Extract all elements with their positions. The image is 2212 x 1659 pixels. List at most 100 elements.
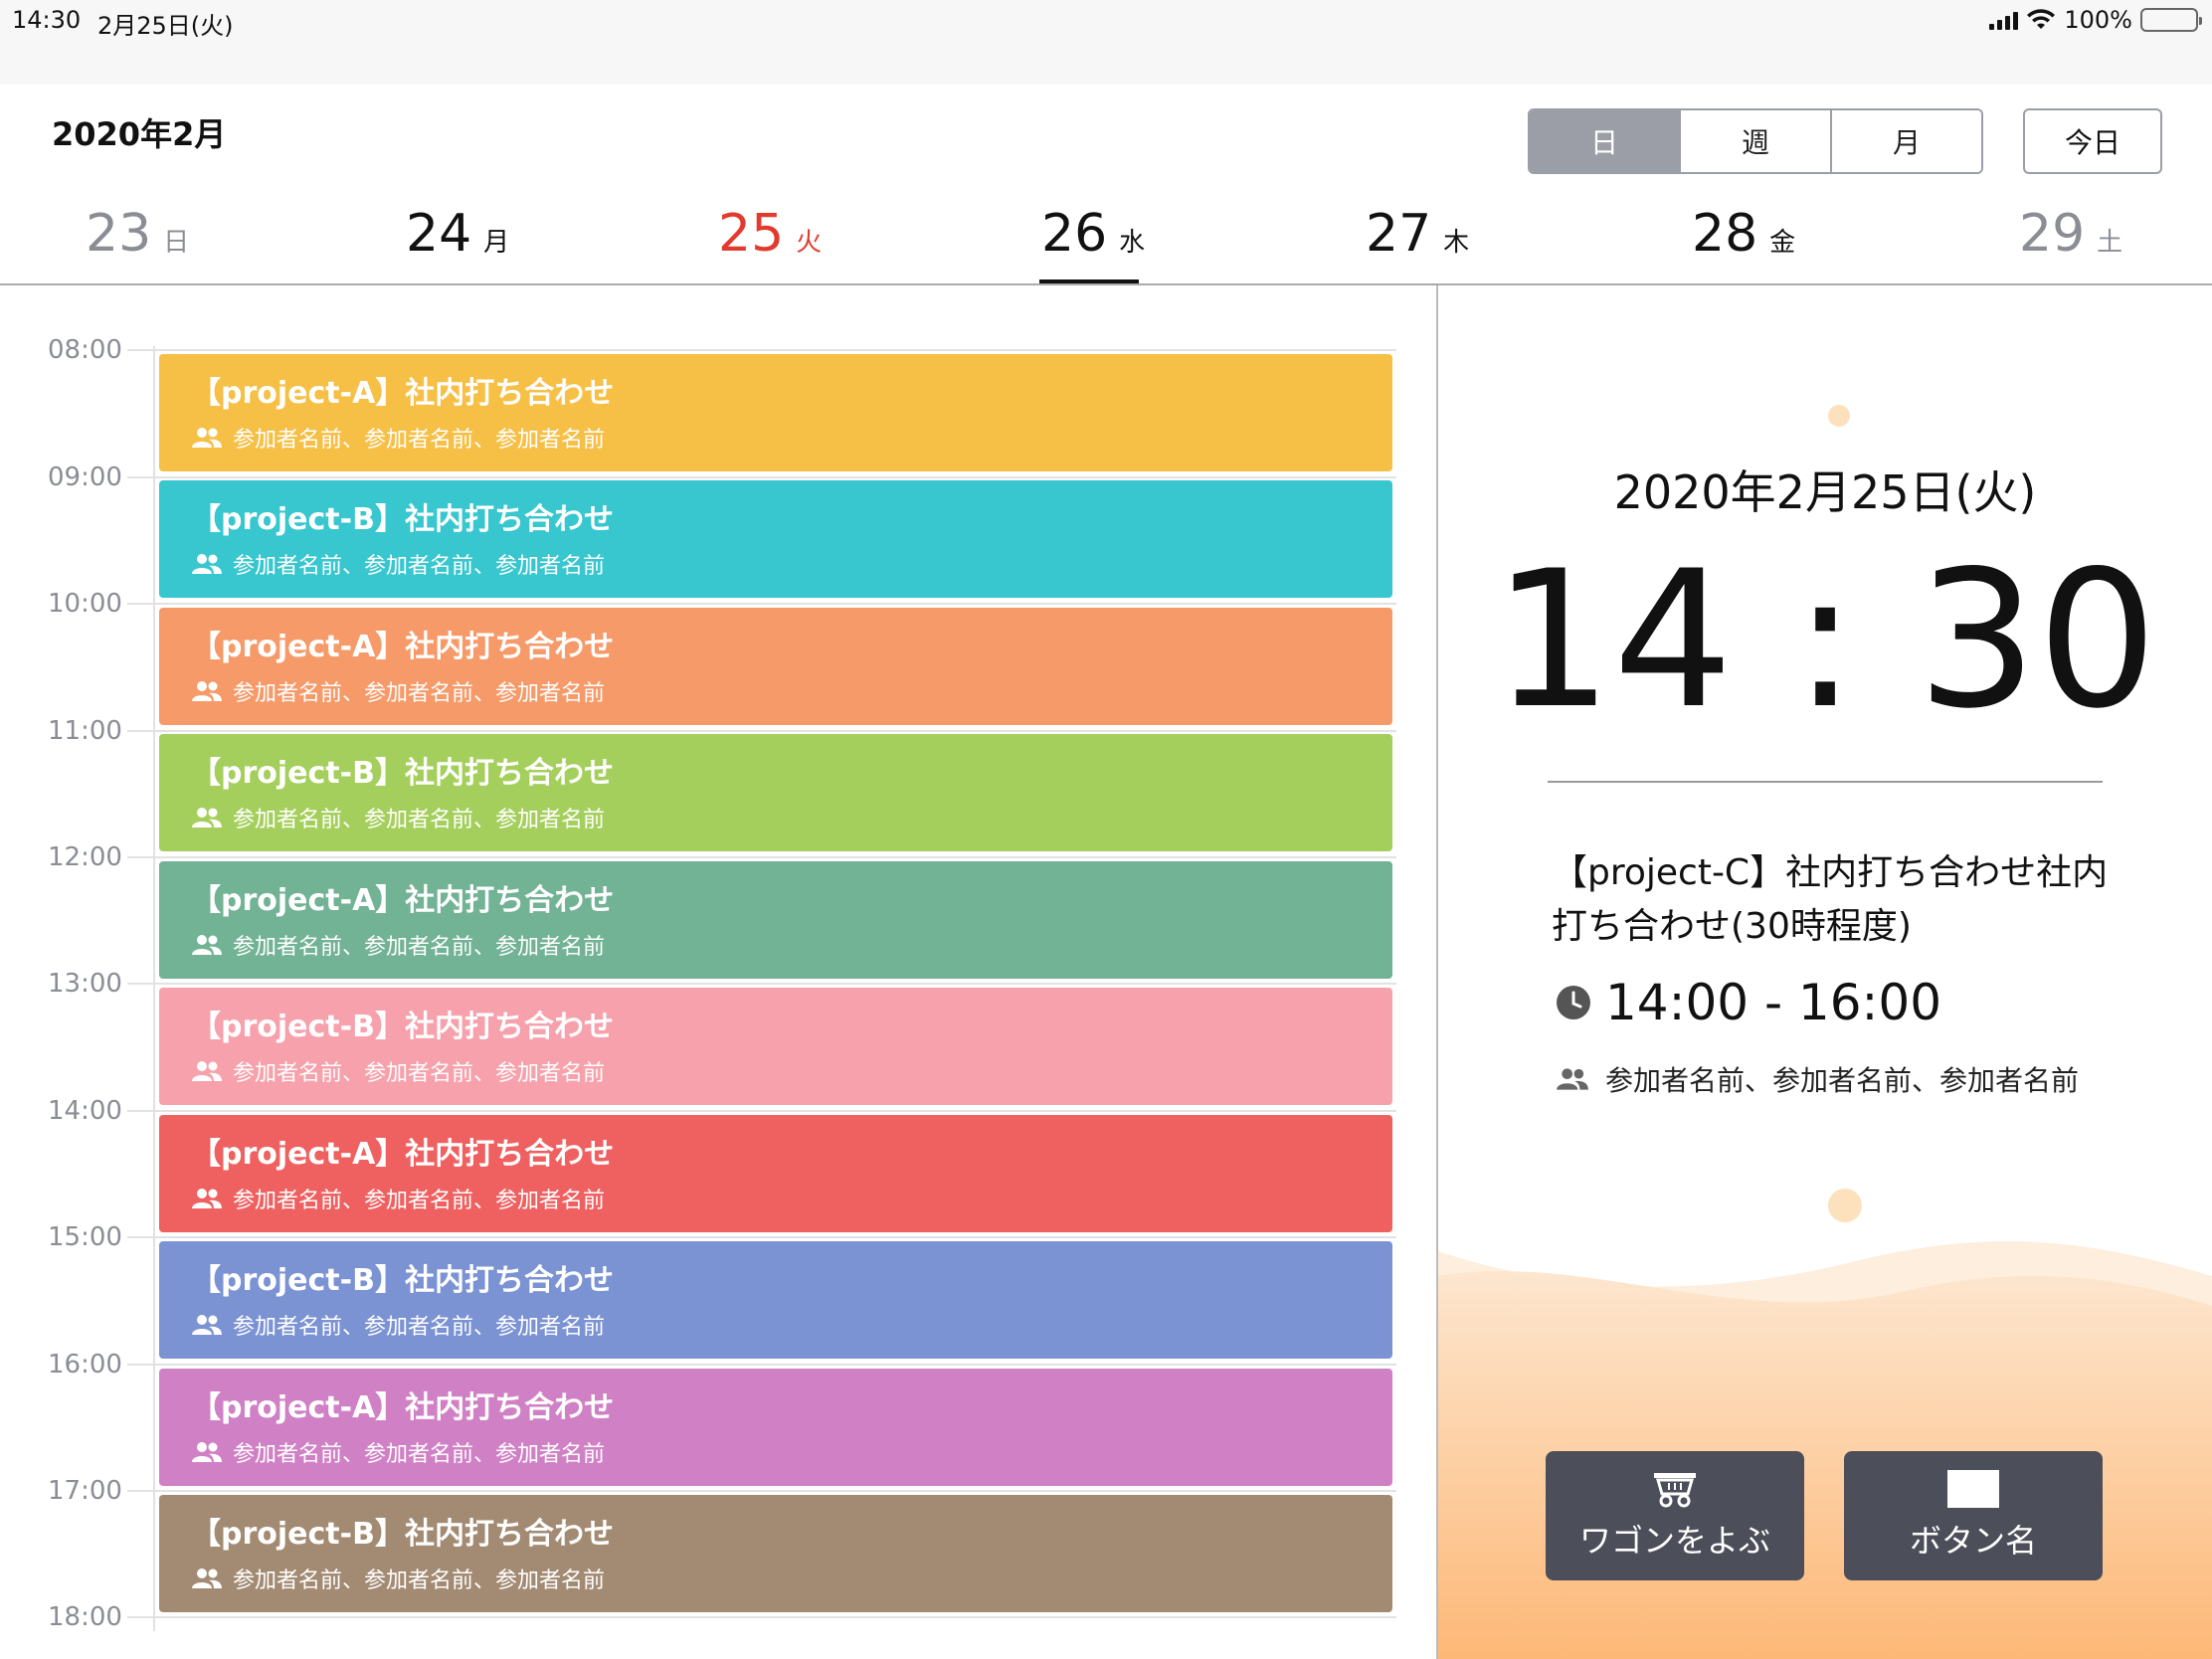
call-wagon-label: ワゴンをよぶ xyxy=(1578,1522,1770,1560)
status-bar: 14:30 2月25日(火) 100% xyxy=(0,0,2212,85)
week-strip: 23 日 24 月 25 火 26 水 27 木 28 金 29 土 xyxy=(0,194,2212,285)
event-title: 【project-B】社内打ち合わせ xyxy=(191,502,614,537)
status-date: 2月25日(火) xyxy=(97,12,234,40)
hour-label: 08:00 xyxy=(48,335,122,365)
people-icon xyxy=(192,935,222,955)
hour-line xyxy=(127,983,1396,985)
people-icon xyxy=(192,1189,222,1208)
event-card[interactable]: 【project-B】社内打ち合わせ 参加者名前、参加者名前、参加者名前 xyxy=(159,1241,1392,1359)
selected-day-indicator xyxy=(1039,279,1139,283)
decor-dot xyxy=(1828,1189,1862,1222)
hour-line xyxy=(127,1236,1396,1238)
event-card[interactable]: 【project-B】社内打ち合わせ 参加者名前、参加者名前、参加者名前 xyxy=(159,734,1392,851)
view-day-button[interactable]: 日 xyxy=(1530,110,1681,172)
hour-label: 10:00 xyxy=(48,589,122,619)
event-participants: 参加者名前、参加者名前、参加者名前 xyxy=(233,1189,606,1213)
people-icon xyxy=(192,554,222,574)
view-week-button[interactable]: 週 xyxy=(1681,110,1832,172)
current-event-time: 14:00 - 16:00 xyxy=(1556,974,1941,1031)
event-card[interactable]: 【project-A】社内打ち合わせ 参加者名前、参加者名前、参加者名前 xyxy=(159,354,1392,471)
day-number: 26 xyxy=(1041,204,1108,264)
event-card[interactable]: 【project-A】社内打ち合わせ 参加者名前、参加者名前、参加者名前 xyxy=(159,1115,1392,1232)
hour-label: 09:00 xyxy=(48,462,122,492)
event-participants: 参加者名前、参加者名前、参加者名前 xyxy=(233,808,606,832)
battery-percent: 100% xyxy=(2064,6,2132,34)
day-number: 28 xyxy=(1692,204,1758,264)
current-event-participants-text: 参加者名前、参加者名前、参加者名前 xyxy=(1605,1064,2080,1097)
current-event-panel: 2020年2月25日(火) 14 : 30 【project-C】社内打ち合わせ… xyxy=(1438,287,2212,1659)
day-number: 23 xyxy=(86,204,152,264)
panel-clock: 14 : 30 xyxy=(1492,530,2158,750)
view-switch: 日 週 月 xyxy=(1528,108,1983,174)
event-participants: 参加者名前、参加者名前、参加者名前 xyxy=(233,428,606,453)
event-title: 【project-A】社内打ち合わせ xyxy=(191,630,615,664)
panel-date: 2020年2月25日(火) xyxy=(1613,465,2037,519)
view-month-button[interactable]: 月 xyxy=(1832,110,1981,172)
day-weekday: 火 xyxy=(796,228,823,258)
hour-label: 13:00 xyxy=(48,969,122,999)
event-card[interactable]: 【project-B】社内打ち合わせ 参加者名前、参加者名前、参加者名前 xyxy=(159,480,1392,598)
event-card[interactable]: 【project-A】社内打ち合わせ 参加者名前、参加者名前、参加者名前 xyxy=(159,1369,1392,1486)
current-event-title: 【project-C】社内打ち合わせ社内打ち合わせ(30時程度) xyxy=(1552,852,2109,947)
hour-line xyxy=(127,1490,1396,1492)
call-wagon-button[interactable]: ワゴンをよぶ xyxy=(1546,1451,1804,1580)
week-day-27[interactable]: 27 木 xyxy=(1366,204,1469,264)
event-card[interactable]: 【project-B】社内打ち合わせ 参加者名前、参加者名前、参加者名前 xyxy=(159,1495,1392,1612)
hour-line xyxy=(127,1364,1396,1366)
event-participants: 参加者名前、参加者名前、参加者名前 xyxy=(233,1061,606,1086)
day-weekday: 木 xyxy=(1443,228,1470,258)
schedule-axis-line xyxy=(153,346,155,1631)
week-day-28[interactable]: 28 金 xyxy=(1692,204,1795,264)
today-button[interactable]: 今日 xyxy=(2023,108,2162,174)
event-title: 【project-B】社内打ち合わせ xyxy=(191,1517,614,1552)
day-number: 25 xyxy=(718,204,785,264)
event-title: 【project-A】社内打ち合わせ xyxy=(191,376,615,411)
event-participants: 参加者名前、参加者名前、参加者名前 xyxy=(233,1568,606,1593)
day-weekday: 月 xyxy=(483,228,510,258)
hour-line xyxy=(127,1110,1396,1112)
people-icon xyxy=(1557,1068,1588,1090)
week-day-29[interactable]: 29 土 xyxy=(2019,204,2122,264)
week-day-24[interactable]: 24 月 xyxy=(406,204,509,264)
hour-line xyxy=(127,349,1396,351)
day-weekday: 金 xyxy=(1769,228,1796,258)
event-participants: 参加者名前、参加者名前、参加者名前 xyxy=(233,681,606,706)
event-card[interactable]: 【project-A】社内打ち合わせ 参加者名前、参加者名前、参加者名前 xyxy=(159,861,1392,979)
event-participants: 参加者名前、参加者名前、参加者名前 xyxy=(233,554,606,579)
panel-divider-line xyxy=(1548,781,2103,783)
wagon-icon xyxy=(1654,1473,1696,1508)
hour-line xyxy=(127,856,1396,858)
day-number: 27 xyxy=(1366,204,1432,264)
day-number: 24 xyxy=(406,204,472,264)
people-icon xyxy=(192,1568,222,1588)
generic-action-button[interactable]: ボタン名 xyxy=(1844,1451,2103,1580)
hour-label: 14:00 xyxy=(48,1096,122,1126)
event-title: 【project-A】社内打ち合わせ xyxy=(191,1390,615,1425)
hour-label: 11:00 xyxy=(48,716,122,746)
month-title: 2020年2月 xyxy=(52,115,227,153)
current-event-participants: 参加者名前、参加者名前、参加者名前 xyxy=(1556,1059,2079,1099)
week-day-25[interactable]: 25 火 xyxy=(718,204,822,264)
event-card[interactable]: 【project-A】社内打ち合わせ 参加者名前、参加者名前、参加者名前 xyxy=(159,608,1392,725)
people-icon xyxy=(192,681,222,701)
week-day-23[interactable]: 23 日 xyxy=(86,204,189,264)
week-day-26[interactable]: 26 水 xyxy=(1041,204,1145,264)
day-weekday: 土 xyxy=(2097,228,2123,258)
event-card[interactable]: 【project-B】社内打ち合わせ 参加者名前、参加者名前、参加者名前 xyxy=(159,988,1392,1105)
people-icon xyxy=(192,1442,222,1462)
hour-label: 17:00 xyxy=(48,1476,122,1506)
signal-icon xyxy=(1989,10,2019,30)
event-title: 【project-A】社内打ち合わせ xyxy=(191,1137,615,1172)
people-icon xyxy=(192,1315,222,1335)
event-participants: 参加者名前、参加者名前、参加者名前 xyxy=(233,1315,606,1340)
hour-label: 18:00 xyxy=(48,1602,122,1632)
hour-line xyxy=(127,730,1396,732)
status-indicators: 100% xyxy=(1989,6,2202,34)
placeholder-icon xyxy=(1947,1470,1999,1508)
decor-dot xyxy=(1828,405,1850,427)
event-title: 【project-B】社内打ち合わせ xyxy=(191,756,614,791)
people-icon xyxy=(192,1061,222,1081)
current-event-time-text: 14:00 - 16:00 xyxy=(1605,974,1942,1031)
day-weekday: 水 xyxy=(1119,228,1146,258)
event-title: 【project-B】社内打ち合わせ xyxy=(191,1010,614,1044)
